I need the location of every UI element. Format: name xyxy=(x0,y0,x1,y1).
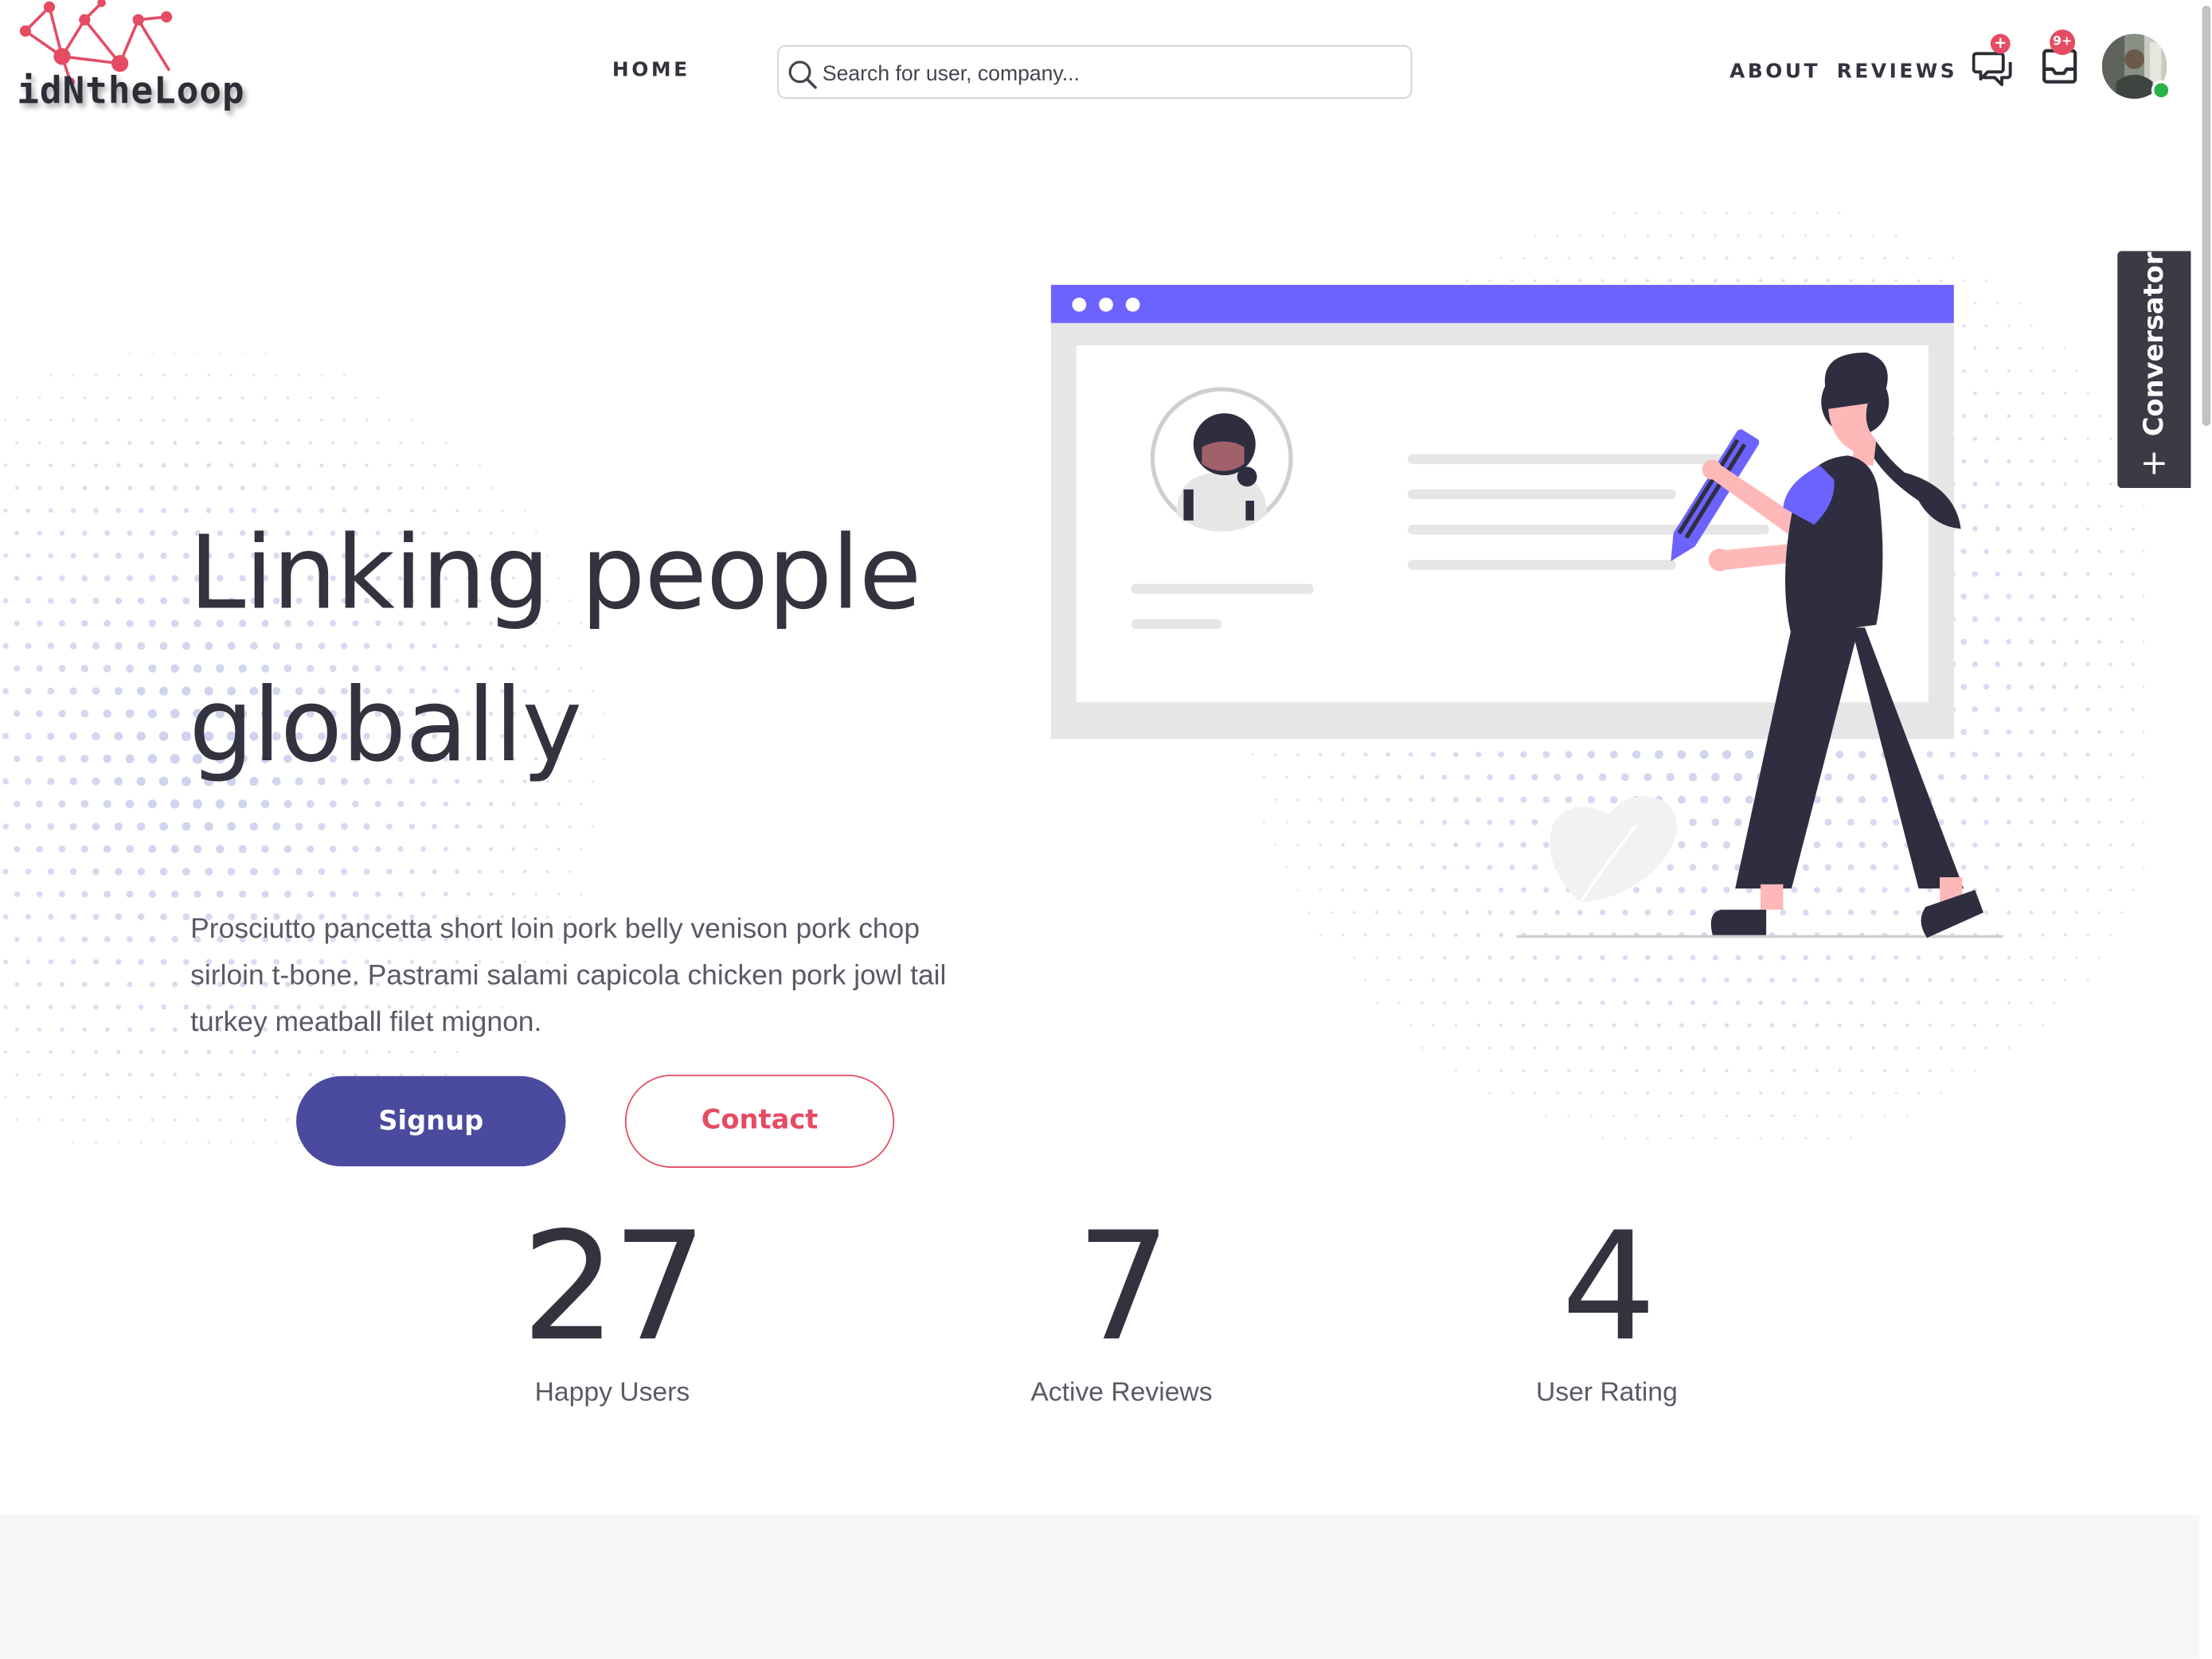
plus-icon: + xyxy=(2140,443,2169,482)
conversator-label: Conversator xyxy=(2138,252,2170,437)
signup-button[interactable]: Signup xyxy=(296,1075,566,1167)
nav-about[interactable]: ABOUT xyxy=(1729,58,1820,86)
online-status-dot xyxy=(2151,80,2171,100)
hero-description: Prosciutto pancetta short loin pork bell… xyxy=(190,914,947,1038)
conversator-tab[interactable]: Conversator + xyxy=(2117,251,2191,489)
hero-title-line1: Linking people xyxy=(189,513,921,632)
stat-user-rating-label: User Rating xyxy=(1536,1377,1678,1408)
contact-button[interactable]: Contact xyxy=(624,1075,895,1168)
search-icon xyxy=(788,61,817,89)
stat-active-reviews-value: 7 xyxy=(1076,1200,1171,1374)
search-input[interactable] xyxy=(819,50,1404,96)
next-section-band xyxy=(0,1514,2200,1659)
logo-text[interactable]: idNtheLoop xyxy=(17,68,244,115)
profile-illustration xyxy=(1050,284,2003,939)
page: idNtheLoop HOME ABOUT REVIEWS + 9+ xyxy=(0,0,2212,1659)
hero-title: Linking people globally xyxy=(189,497,1063,802)
stat-happy-users-label: Happy Users xyxy=(534,1377,690,1408)
inbox-badge: 9+ xyxy=(2050,29,2076,56)
scrollbar-thumb[interactable] xyxy=(2202,6,2211,427)
nav-home[interactable]: HOME xyxy=(612,57,690,84)
nav-reviews[interactable]: REVIEWS xyxy=(1837,58,1957,86)
stat-user-rating-value: 4 xyxy=(1561,1200,1657,1374)
stat-active-reviews-label: Active Reviews xyxy=(1030,1377,1213,1408)
stat-happy-users-value: 27 xyxy=(521,1200,708,1374)
chat-badge: + xyxy=(1990,33,2011,54)
search-box[interactable] xyxy=(777,45,1413,100)
hero-title-line2: globally xyxy=(189,666,582,785)
